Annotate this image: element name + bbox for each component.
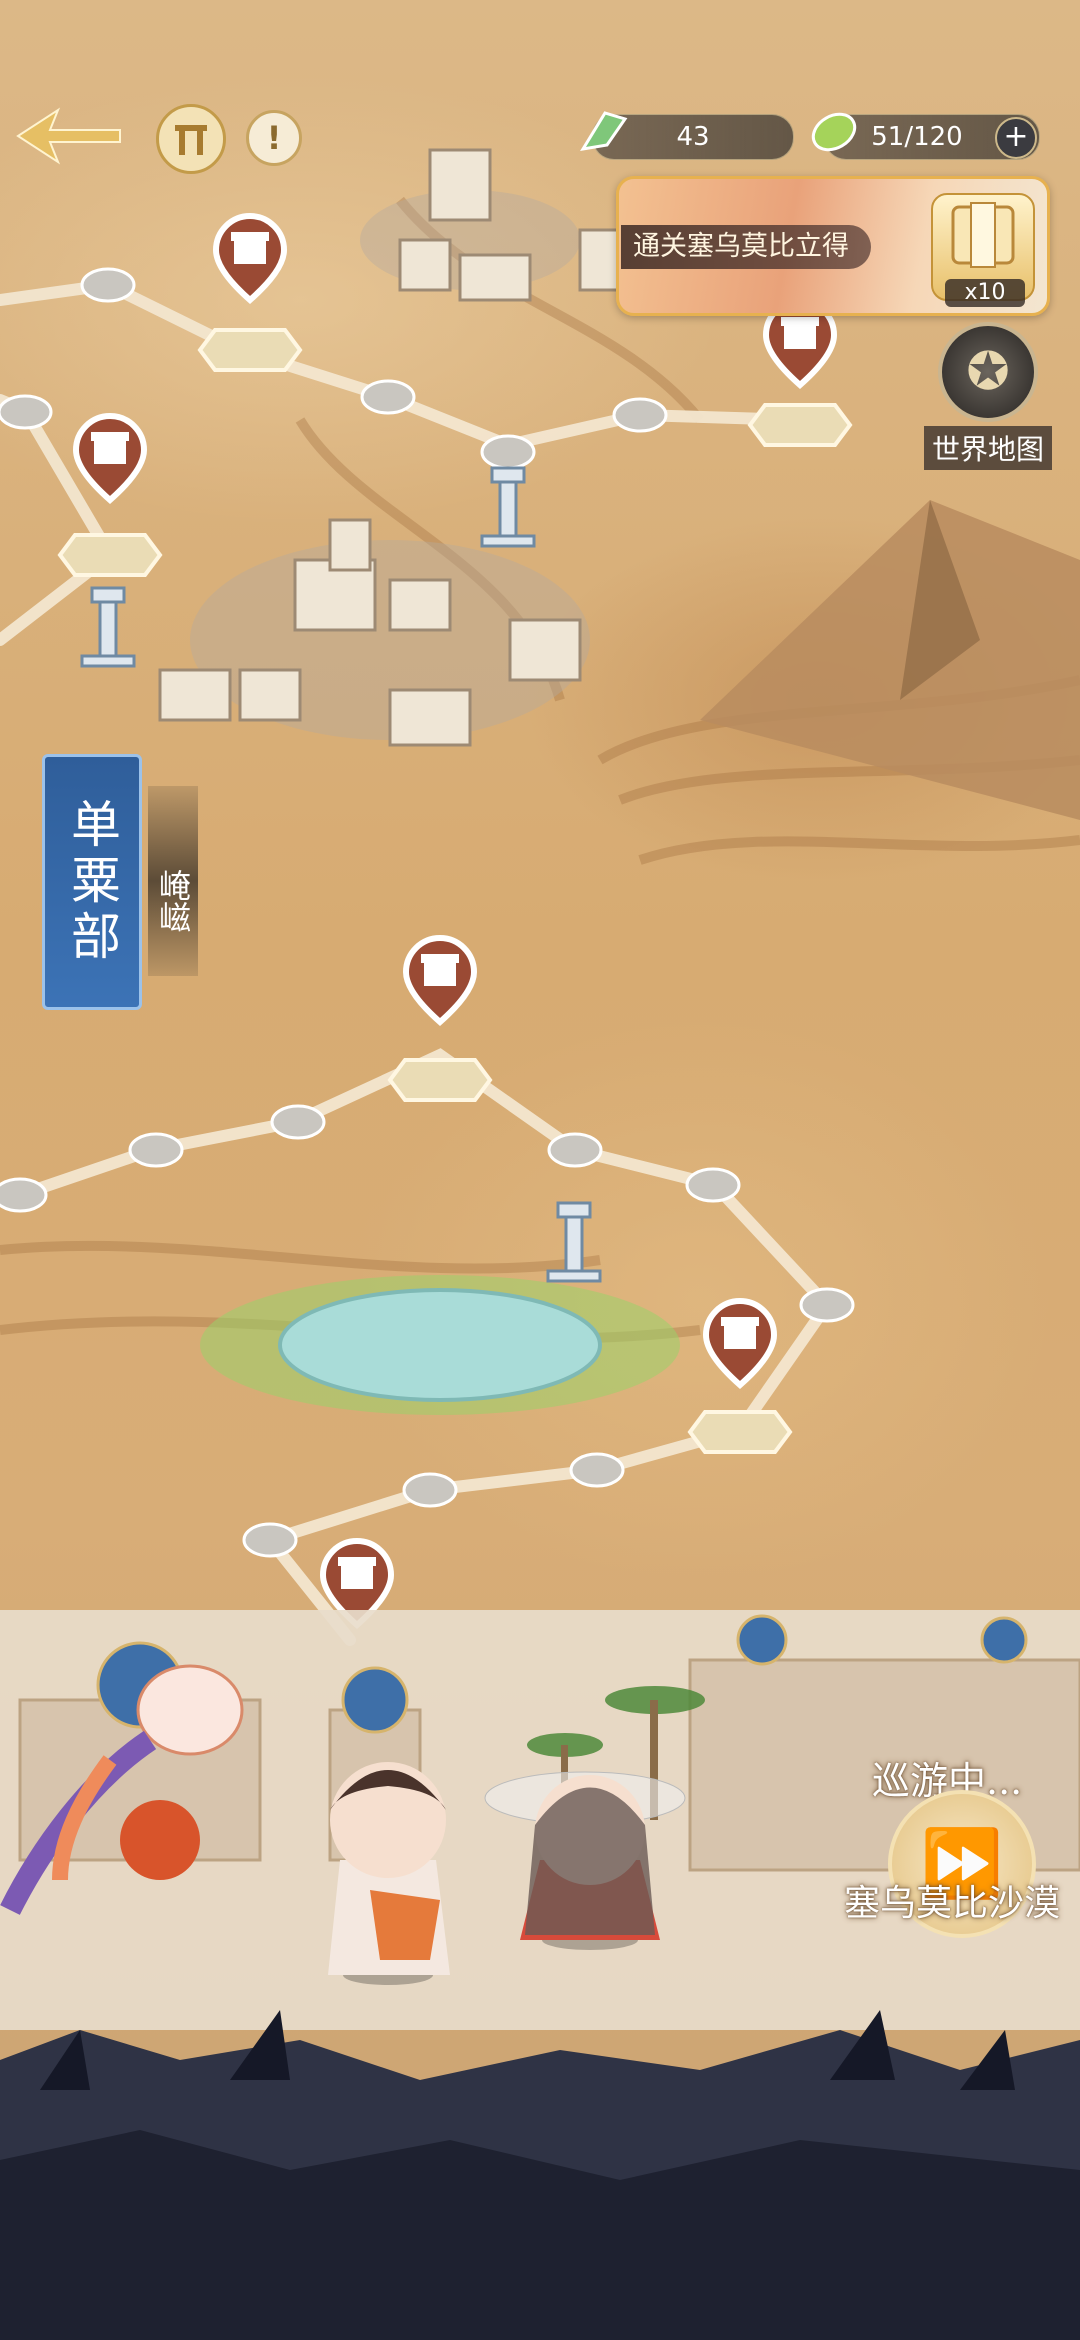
path-node xyxy=(480,434,536,470)
add-stamina-button[interactable]: + xyxy=(995,117,1037,159)
feather-count: 43 xyxy=(676,122,710,152)
back-button[interactable] xyxy=(14,104,124,168)
roaming-widget[interactable]: 巡游中... ⏩ 塞乌莫比沙漠 xyxy=(844,1750,1078,1950)
scroll-reward-icon xyxy=(951,202,1015,268)
banner-label: 通关塞乌莫比立得 xyxy=(621,225,871,269)
stage-reward-banner[interactable]: 通关塞乌莫比立得 x10 xyxy=(616,176,1050,316)
leaf-icon xyxy=(811,112,857,152)
stage-plate xyxy=(747,403,853,447)
stage-plate xyxy=(687,1410,793,1454)
stamina-value: 51/120 xyxy=(871,122,963,152)
path-node xyxy=(0,394,53,430)
info-button[interactable]: ! xyxy=(246,110,302,166)
path-node xyxy=(80,267,136,303)
path-node xyxy=(569,1452,625,1488)
path-node xyxy=(128,1132,184,1168)
arrow-back-icon xyxy=(16,107,121,165)
path-node xyxy=(270,1104,326,1140)
roaming-location: 塞乌莫比沙漠 xyxy=(844,1883,1061,1924)
gift-marker xyxy=(212,213,288,305)
path-node xyxy=(799,1287,855,1323)
path-node xyxy=(612,397,668,433)
gate-icon xyxy=(175,125,207,155)
path-node xyxy=(547,1132,603,1168)
path-node xyxy=(242,1522,298,1558)
world-map-icon: ✪ xyxy=(938,322,1038,422)
path-node xyxy=(402,1472,458,1508)
stamina-counter: 51/120 + xyxy=(811,112,1040,160)
character-left xyxy=(328,1762,450,1985)
stage-plate xyxy=(57,533,163,577)
feather-counter: 43 xyxy=(580,111,794,160)
reward-count: x10 xyxy=(945,279,1025,307)
gate-button[interactable] xyxy=(156,104,226,174)
world-map-label: 世界地图 xyxy=(923,426,1052,470)
path-node xyxy=(360,379,416,415)
gift-marker xyxy=(402,935,478,1027)
gift-marker xyxy=(72,413,148,505)
region-sub-label: 崦嵫 xyxy=(148,786,198,976)
stage-plate xyxy=(197,328,303,372)
oasis-pond xyxy=(278,1288,602,1402)
info-icon: ! xyxy=(266,119,282,157)
region-name-tag[interactable]: 单粟部 xyxy=(42,754,142,1010)
path-node xyxy=(685,1167,741,1203)
path-node xyxy=(0,1177,48,1213)
world-map-button[interactable]: ✪ 世界地图 xyxy=(918,322,1058,470)
stage-plate xyxy=(387,1058,493,1102)
desert-map[interactable]: ! 43 51/120 + 通关塞乌莫比立得 x10 ✪ 世界地图 单粟部 崦嵫 xyxy=(0,0,1080,2340)
feather-icon xyxy=(580,111,628,152)
gift-marker xyxy=(702,1298,778,1390)
